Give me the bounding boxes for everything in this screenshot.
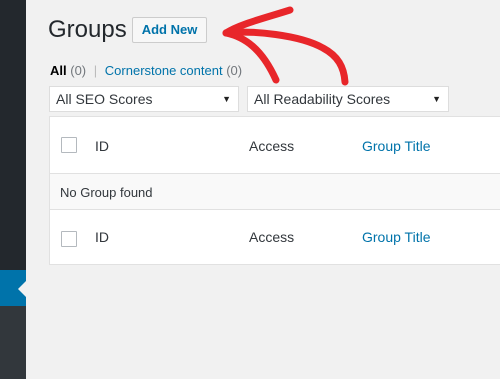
column-header-access: Access <box>249 138 295 154</box>
select-all-checkbox-footer[interactable] <box>61 231 77 247</box>
column-footer-access: Access <box>249 229 295 245</box>
readability-score-select-value: All Readability Scores <box>254 91 391 107</box>
seo-score-select-value: All SEO Scores <box>56 91 153 107</box>
sidebar-submenu <box>0 306 26 379</box>
chevron-down-icon: ▼ <box>222 94 231 104</box>
readability-score-select[interactable]: All Readability Scores ▼ <box>247 86 449 112</box>
filter-cornerstone-count: (0) <box>226 63 243 78</box>
table-row: No Group found <box>50 174 500 210</box>
column-header-id: ID <box>95 138 109 154</box>
page-title: Groups <box>48 16 127 43</box>
column-footer-group-title[interactable]: Group Title <box>362 229 430 245</box>
filter-all-count: (0) <box>70 63 87 78</box>
filter-separator: | <box>93 63 98 78</box>
active-menu-arrow-icon <box>18 281 26 297</box>
filter-cornerstone-link[interactable]: Cornerstone content <box>105 63 223 78</box>
table-header-row: ID Access Group Title <box>50 117 500 174</box>
filter-all-link[interactable]: All <box>50 63 67 78</box>
add-new-button[interactable]: Add New <box>132 17 207 43</box>
status-filter-links: All (0) | Cornerstone content (0) <box>50 63 242 78</box>
seo-score-select[interactable]: All SEO Scores ▼ <box>49 86 239 112</box>
groups-table: ID Access Group Title No Group found ID … <box>49 116 500 265</box>
chevron-down-icon: ▼ <box>432 94 441 104</box>
column-footer-id: ID <box>95 229 109 245</box>
select-all-checkbox[interactable] <box>61 137 77 153</box>
empty-message: No Group found <box>60 185 153 200</box>
column-header-group-title[interactable]: Group Title <box>362 138 430 154</box>
table-footer-row: ID Access Group Title <box>50 211 500 266</box>
